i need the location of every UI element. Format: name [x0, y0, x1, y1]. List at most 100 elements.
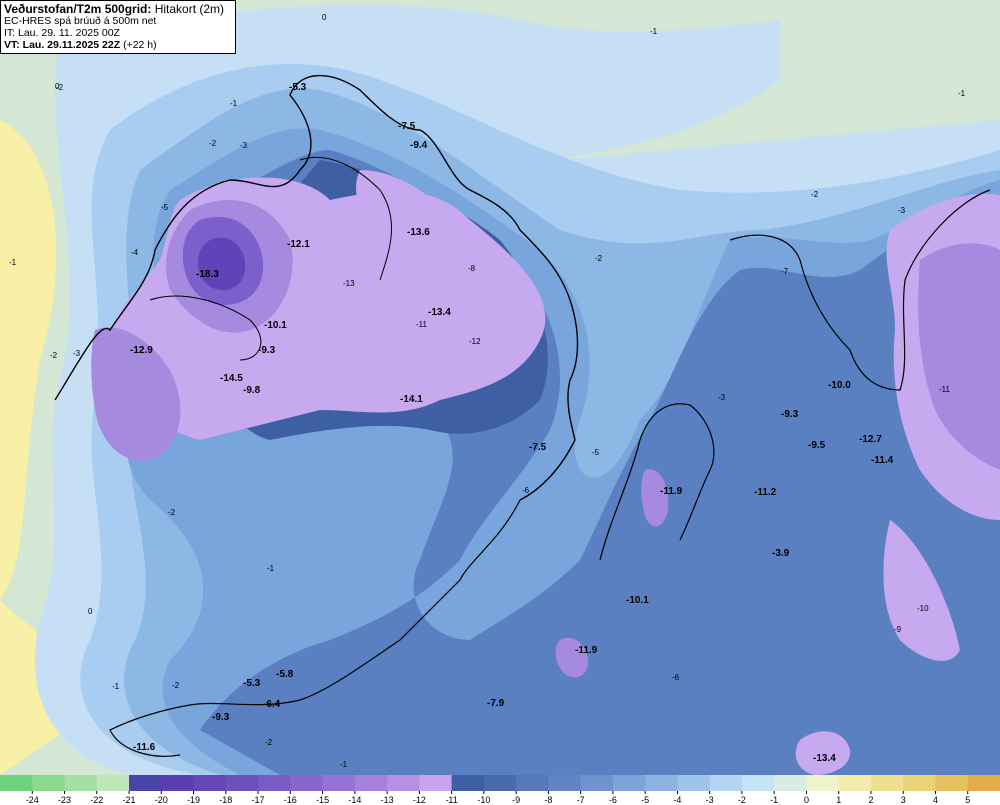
legend-tick-label: 0: [804, 795, 809, 805]
legend-swatch: [967, 775, 1000, 791]
min-value-label: -6.4: [263, 699, 281, 710]
legend-tick-label: -4: [673, 795, 681, 805]
contour-label: 0: [322, 13, 327, 22]
contour-label: -2: [209, 139, 217, 148]
contour-label: -2: [595, 254, 603, 263]
min-value-label: -7.5: [398, 121, 416, 132]
color-legend: -24 -23 -22 -21 -20 -19 -18 -17 -16 -15 -14 -13 -12-…: [0, 775, 1000, 805]
title-rest: Hitakort (2m): [151, 2, 225, 16]
contour-label: 0: [88, 607, 93, 616]
valid-time-rest: (+22 h): [120, 39, 157, 51]
contour-label: -1: [340, 760, 348, 769]
legend-swatch: [580, 775, 614, 791]
legend-tick-label: -11: [445, 795, 457, 805]
contour-label: -6: [672, 673, 680, 682]
legend-tick-label: -21: [123, 795, 136, 805]
legend-swatch: [129, 775, 162, 791]
min-value-label: -10.1: [626, 595, 649, 606]
contour-label: 0: [55, 82, 60, 91]
min-value-label: -14.1: [400, 394, 423, 405]
min-value-label: -9.3: [258, 345, 276, 356]
legend-tick-label: -15: [316, 795, 329, 805]
legend-swatch: [32, 775, 66, 791]
legend-tick-label: -16: [284, 795, 297, 805]
min-value-label: -18.3: [196, 269, 219, 280]
contour-label: -2: [265, 738, 273, 747]
legend-tick-label: -10: [477, 795, 490, 805]
legend-swatch: [290, 775, 324, 791]
legend-swatch: [645, 775, 678, 791]
legend-tick-label: -3: [706, 795, 714, 805]
min-value-label: -3.9: [772, 548, 790, 559]
legend-tick-label: -23: [58, 795, 71, 805]
min-value-label: -5.3: [289, 82, 307, 93]
contour-label: -2: [811, 190, 819, 199]
legend-tick-label: -17: [252, 795, 265, 805]
contour-label: -1: [230, 99, 238, 108]
min-value-label: -11.4: [871, 455, 894, 466]
contour-label: -2: [172, 681, 180, 690]
legend-swatch: [483, 775, 517, 791]
map-title-box: Veðurstofan/T2m 500grid: Hitakort (2m) E…: [0, 0, 236, 54]
contour-label: -10: [917, 604, 929, 613]
contour-label: -1: [650, 27, 658, 36]
legend-swatch: [419, 775, 453, 791]
min-value-label: -10.1: [264, 320, 287, 331]
legend-swatch: [516, 775, 549, 791]
min-value-label: -9.8: [243, 385, 261, 396]
legend-swatch: [838, 775, 872, 791]
legend-tick-label: -8: [544, 795, 552, 805]
legend-swatch: [612, 775, 646, 791]
legend-tick-label: 1: [836, 795, 841, 805]
legend-tick-label: 5: [965, 795, 970, 805]
contour-label: -3: [898, 206, 906, 215]
legend-canvas: -24 -23 -22 -21 -20 -19 -18 -17 -16 -15 -14 -13 -12-…: [0, 775, 1000, 805]
legend-swatch: [806, 775, 840, 791]
legend-tick-label: -20: [155, 795, 168, 805]
legend-tick-label: 3: [901, 795, 906, 805]
contour-label: -3: [240, 141, 248, 150]
legend-swatch: [774, 775, 807, 791]
min-value-label: -13.4: [813, 753, 836, 764]
init-time-line: IT: Lau. 29. 11. 2025 00Z: [4, 27, 120, 39]
contour-label: -1: [112, 682, 120, 691]
min-value-label: -9.4: [410, 140, 428, 151]
min-value-label: -10.0: [828, 380, 851, 391]
legend-tick-label: -5: [641, 795, 649, 805]
legend-swatch: [161, 775, 195, 791]
legend-swatch: [870, 775, 904, 791]
contour-label: -11: [939, 385, 951, 394]
min-value-label: -7.5: [529, 442, 547, 453]
min-value-label: -9.3: [212, 712, 230, 723]
contour-label: -6: [522, 486, 530, 495]
valid-time-bold: VT: Lau. 29.11.2025 22Z: [4, 39, 121, 51]
min-value-label: -12.1: [287, 239, 310, 250]
legend-tick-label: -19: [187, 795, 200, 805]
contour-label: -12: [469, 337, 481, 346]
min-value-label: -9.5: [808, 440, 826, 451]
legend-swatch: [677, 775, 711, 791]
min-value-label: -14.5: [220, 373, 243, 384]
legend-swatch: [903, 775, 936, 791]
min-value-label: -9.3: [781, 409, 799, 420]
legend-swatch: [451, 775, 485, 791]
contour-label: -5: [592, 448, 600, 457]
contour-label: -2: [50, 351, 58, 360]
contour-label: -7: [781, 267, 789, 276]
min-value-label: -11.6: [133, 742, 156, 753]
min-value-label: -11.9: [575, 645, 598, 656]
legend-swatch: [387, 775, 420, 791]
legend-swatch: [225, 775, 259, 791]
temperature-map[interactable]: -18.3 -12.1 -10.1 -9.3 -12.9 -14.5 -9.8 -14.1 -1…: [0, 0, 1000, 775]
legend-swatch: [709, 775, 743, 791]
legend-swatch: [548, 775, 582, 791]
legend-tick-label: -18: [219, 795, 232, 805]
min-value-label: -13.4: [428, 307, 451, 318]
legend-swatch: [193, 775, 227, 791]
map-canvas: -18.3 -12.1 -10.1 -9.3 -12.9 -14.5-9.8 -14.1 -1…: [0, 0, 1000, 775]
legend-tick-label: 2: [868, 795, 873, 805]
legend-tick-label: -1: [770, 795, 778, 805]
contour-label: -4: [131, 248, 139, 257]
contour-label: -13: [343, 279, 355, 288]
contour-label: -1: [9, 258, 17, 267]
